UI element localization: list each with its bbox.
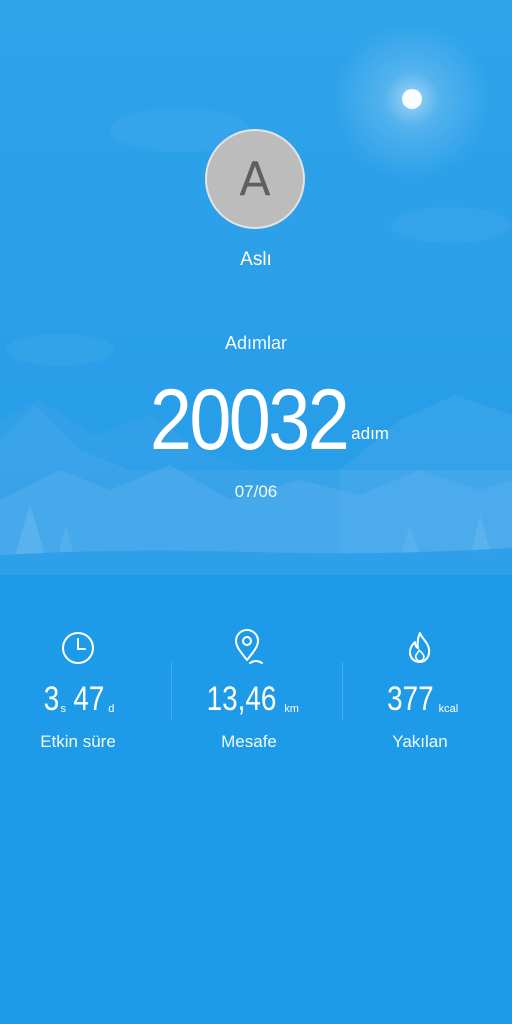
- username: Aslı: [240, 249, 272, 270]
- steps-label: Adımlar: [224, 333, 287, 353]
- hours-unit: s: [60, 703, 67, 715]
- date-label: 07/06: [234, 482, 278, 501]
- steps-count: 20032: [149, 372, 350, 468]
- distance-label: Mesafe: [221, 732, 277, 751]
- sun-icon: [402, 89, 422, 109]
- avatar-letter: A: [239, 152, 271, 206]
- clock-icon: [62, 632, 94, 664]
- active-time-minutes: 47: [73, 680, 105, 718]
- distance-value: 13,46: [206, 680, 277, 718]
- stat-distance[interactable]: 13,46 km Mesafe: [164, 628, 334, 752]
- active-time-value: 3s 47 d: [0, 678, 163, 720]
- active-time-hours: 3: [43, 680, 59, 718]
- active-time-label: Etkin süre: [40, 732, 116, 751]
- header-scenery: A Aslı Adımlar 20032 adım 07/06: [0, 0, 512, 575]
- calories-value: 377: [386, 680, 434, 718]
- location-pin-icon: [235, 629, 263, 664]
- flame-icon: [409, 632, 431, 663]
- calories-value-row: 377 kcal: [335, 678, 505, 720]
- distance-value-row: 13,46 km: [164, 678, 334, 720]
- avatar[interactable]: A: [205, 129, 305, 229]
- stat-calories[interactable]: 377 kcal Yakılan: [335, 628, 505, 752]
- distance-unit: km: [284, 703, 299, 715]
- stat-active-time[interactable]: 3s 47 d Etkin süre: [0, 628, 163, 752]
- minutes-unit: d: [108, 703, 115, 715]
- steps-count-row: 20032 adım: [0, 375, 512, 465]
- steps-unit: adım: [351, 424, 389, 443]
- calories-unit: kcal: [438, 703, 459, 715]
- calories-label: Yakılan: [392, 732, 448, 751]
